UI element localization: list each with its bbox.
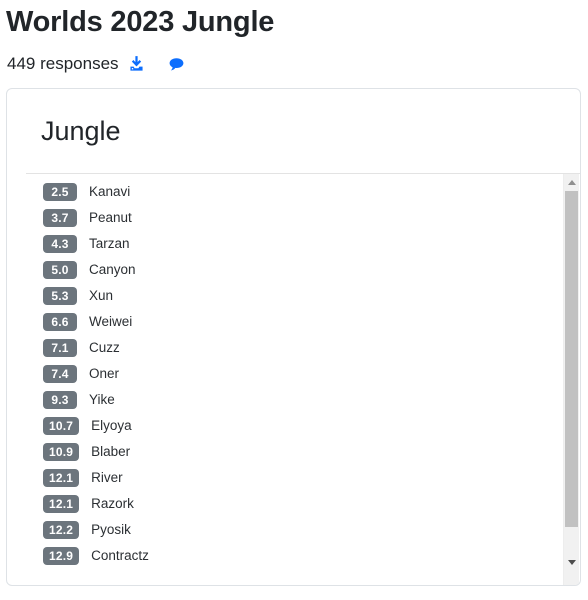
- player-name: Cuzz: [89, 340, 120, 356]
- list-item[interactable]: 7.4 Oner: [7, 361, 564, 387]
- list-item[interactable]: 12.1 Razork: [7, 491, 564, 517]
- player-name: Oner: [89, 366, 120, 382]
- page-title: Worlds 2023 Jungle: [6, 6, 275, 38]
- player-name: Canyon: [89, 262, 136, 278]
- list-item[interactable]: 4.3 Tarzan: [7, 231, 564, 257]
- card-heading: Jungle: [41, 116, 121, 146]
- list-item[interactable]: 5.3 Xun: [7, 283, 564, 309]
- player-list-region: 2.5 Kanavi 3.7 Peanut 4.3 Tarzan 5.0 Canyon 5.3 X…: [7, 174, 580, 585]
- list-item[interactable]: 6.6 Weiwei: [7, 309, 564, 335]
- rank-badge: 4.3: [43, 235, 77, 253]
- player-name: Elyoya: [91, 418, 132, 434]
- list-item[interactable]: 7.1 Cuzz: [7, 335, 564, 361]
- rank-badge: 5.0: [43, 261, 77, 279]
- list-item[interactable]: 12.9 Contractz: [7, 543, 564, 569]
- list-item[interactable]: 3.7 Peanut: [7, 205, 564, 231]
- list-item[interactable]: 2.5 Kanavi: [7, 179, 564, 205]
- player-name: Weiwei: [89, 314, 133, 330]
- player-name: Xun: [89, 288, 114, 304]
- rank-badge: 10.9: [43, 443, 80, 461]
- scrollbar-thumb[interactable]: [565, 191, 578, 527]
- player-name: Pyosik: [91, 522, 131, 538]
- list-item[interactable]: 12.1 River: [7, 465, 564, 491]
- comment-bubble-icon[interactable]: [167, 54, 187, 74]
- rank-badge: 12.1: [43, 495, 80, 513]
- rank-badge: 12.1: [43, 469, 80, 487]
- player-name: River: [91, 470, 123, 486]
- list-item[interactable]: 10.9 Blaber: [7, 439, 564, 465]
- player-name: Peanut: [89, 210, 132, 226]
- responses-count: 449 responses: [7, 54, 119, 73]
- rank-badge: 7.1: [43, 339, 77, 357]
- rank-badge: 6.6: [43, 313, 77, 331]
- scroll-down-arrow-icon[interactable]: [564, 554, 579, 570]
- responses-row: 449 responses: [7, 52, 187, 76]
- rank-badge: 10.7: [43, 417, 80, 435]
- rank-badge: 2.5: [43, 183, 77, 201]
- jungle-card: Jungle 2.5 Kanavi 3.7 Peanut 4.3 Tarzan 5.0 Can…: [6, 88, 581, 586]
- list-item[interactable]: 9.3 Yike: [7, 387, 564, 413]
- player-list: 2.5 Kanavi 3.7 Peanut 4.3 Tarzan 5.0 Canyon 5.3 X…: [7, 174, 564, 569]
- player-name: Yike: [89, 392, 115, 408]
- list-item[interactable]: 12.2 Pyosik: [7, 517, 564, 543]
- player-name: Blaber: [91, 444, 131, 460]
- rank-badge: 5.3: [43, 287, 77, 305]
- player-name: Tarzan: [89, 236, 130, 252]
- player-name: Razork: [91, 496, 134, 512]
- download-icon[interactable]: [127, 54, 147, 74]
- rank-badge: 12.9: [43, 547, 80, 565]
- page-root: Worlds 2023 Jungle 449 responses Jungle …: [0, 0, 588, 600]
- rank-badge: 9.3: [43, 391, 77, 409]
- rank-badge: 7.4: [43, 365, 77, 383]
- rank-badge: 3.7: [43, 209, 77, 227]
- list-item[interactable]: 10.7 Elyoya: [7, 413, 564, 439]
- list-scrollbar[interactable]: [563, 174, 579, 585]
- scroll-down-arrow-glyph: [567, 559, 576, 565]
- player-name: Contractz: [91, 548, 149, 564]
- player-name: Kanavi: [89, 184, 131, 200]
- rank-badge: 12.2: [43, 521, 80, 539]
- scroll-up-arrow-icon[interactable]: [564, 174, 579, 190]
- scroll-up-arrow-glyph: [567, 179, 576, 185]
- list-item[interactable]: 5.0 Canyon: [7, 257, 564, 283]
